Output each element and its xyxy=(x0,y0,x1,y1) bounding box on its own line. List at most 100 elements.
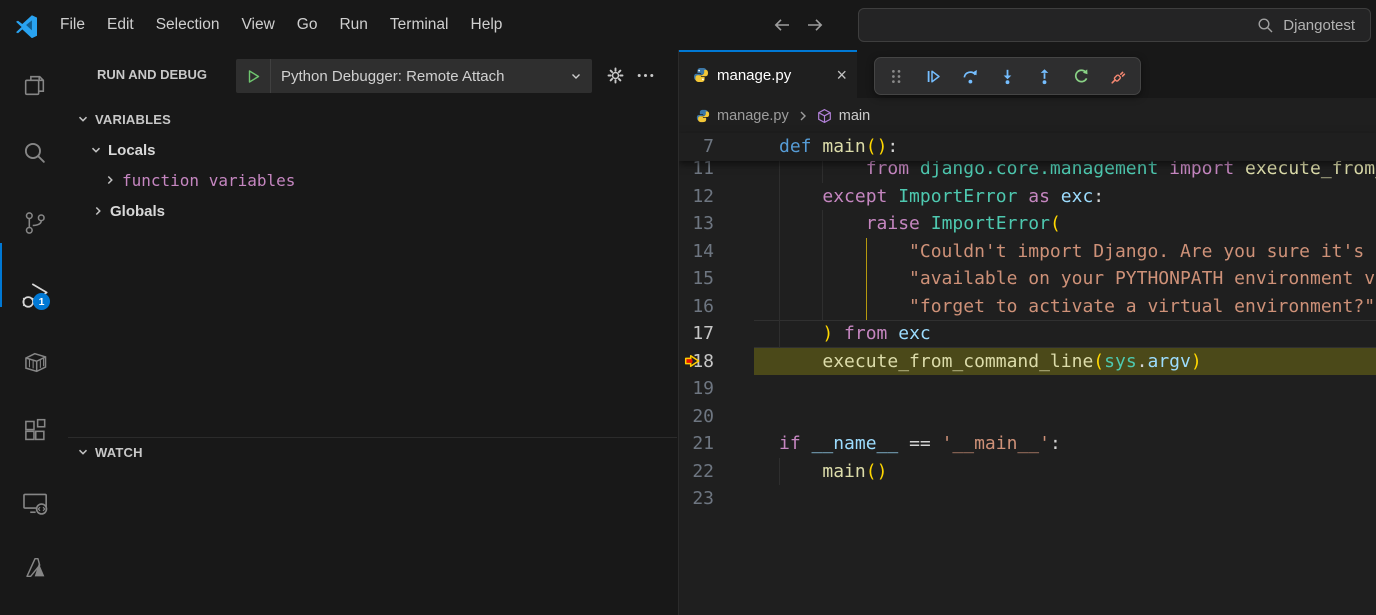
code-line-13: 13 raise ImportError( xyxy=(679,210,1376,238)
step-into-icon[interactable] xyxy=(989,58,1026,94)
code-line-19: 19 xyxy=(679,375,1376,403)
gutter-line-23[interactable]: 23 xyxy=(679,485,754,513)
code-area[interactable]: 11 from django.core.management import ex… xyxy=(679,155,1376,513)
breadcrumb-symbol[interactable]: main xyxy=(839,108,870,124)
run-and-debug-icon[interactable]: 1 xyxy=(10,271,58,319)
line-number: 20 xyxy=(679,403,754,431)
extensions-icon[interactable] xyxy=(10,406,58,454)
menu-file[interactable]: File xyxy=(49,16,96,34)
gutter-line-15[interactable]: 15 xyxy=(679,265,754,293)
gutter-line-19[interactable]: 19 xyxy=(679,375,754,403)
tab-close-icon[interactable]: × xyxy=(836,66,847,84)
locals-tree-item[interactable]: Locals xyxy=(68,136,677,164)
more-actions-icon[interactable] xyxy=(633,63,657,87)
search-icon[interactable] xyxy=(10,128,58,176)
gutter-line-14[interactable]: 14 xyxy=(679,238,754,266)
line-content[interactable] xyxy=(754,403,1376,431)
containers-icon[interactable] xyxy=(10,338,58,386)
azure-icon[interactable] xyxy=(10,543,58,591)
remote-explorer-icon[interactable] xyxy=(10,478,58,526)
variables-section-header[interactable]: VARIABLES xyxy=(68,105,677,133)
forward-arrow-icon[interactable] xyxy=(805,15,825,35)
bracket-pair-guide xyxy=(866,293,868,321)
line-content[interactable]: raise ImportError( xyxy=(754,210,1376,238)
code-line-15: 15 "available on your PYTHONPATH environ… xyxy=(679,265,1376,293)
restart-icon[interactable] xyxy=(1063,58,1100,94)
gutter-line-21[interactable]: 21 xyxy=(679,430,754,458)
watch-section-header[interactable]: WATCH xyxy=(68,438,677,466)
line-content[interactable]: def main(): xyxy=(754,133,1376,161)
indent-guide xyxy=(779,183,780,211)
menu-selection[interactable]: Selection xyxy=(145,16,231,34)
gutter-line-13[interactable]: 13 xyxy=(679,210,754,238)
line-content[interactable]: "Couldn't import Django. Are you sure it… xyxy=(754,238,1376,266)
line-content[interactable]: if __name__ == '__main__': xyxy=(754,430,1376,458)
tab-manage-py[interactable]: manage.py × xyxy=(679,50,857,98)
chevron-right-icon xyxy=(796,109,810,123)
code-line-14: 14 "Couldn't import Django. Are you sure… xyxy=(679,238,1376,266)
gutter-line-20[interactable]: 20 xyxy=(679,403,754,431)
indent-guide xyxy=(822,265,823,293)
line-number: 22 xyxy=(679,458,754,486)
disconnect-icon[interactable] xyxy=(1100,58,1137,94)
line-number: 19 xyxy=(679,375,754,403)
chevron-right-icon xyxy=(91,204,105,218)
explorer-icon[interactable] xyxy=(10,61,58,109)
python-icon xyxy=(693,67,709,83)
method-symbol-icon xyxy=(817,108,832,123)
line-content[interactable] xyxy=(754,375,1376,403)
editor-group: manage.py × manage.py main 11 from xyxy=(679,50,1376,615)
code-line-17: 17 ) from exc xyxy=(679,320,1376,348)
gutter-line-12[interactable]: 12 xyxy=(679,183,754,211)
menu-help[interactable]: Help xyxy=(460,16,514,34)
line-content[interactable]: "available on your PYTHONPATH environmen… xyxy=(754,265,1376,293)
gutter-line-16[interactable]: 16 xyxy=(679,293,754,321)
menu-terminal[interactable]: Terminal xyxy=(379,16,460,34)
command-center-search[interactable]: Djangotest xyxy=(858,8,1371,42)
debug-session-badge: 1 xyxy=(33,293,50,310)
locals-label: Locals xyxy=(108,142,156,159)
gutter-line-17[interactable]: 17 xyxy=(679,320,754,348)
vscode-window: FileEditSelectionViewGoRunTerminalHelp D… xyxy=(0,0,1376,615)
line-content[interactable] xyxy=(754,485,1376,513)
python-icon xyxy=(696,109,710,123)
sticky-scroll-line[interactable]: 7def main(): xyxy=(679,133,1376,161)
breadcrumb-file[interactable]: manage.py xyxy=(717,108,789,124)
continue-icon[interactable] xyxy=(915,58,952,94)
function-variables-label: function variables xyxy=(122,171,295,190)
indent-guide xyxy=(779,320,780,348)
step-out-icon[interactable] xyxy=(1026,58,1063,94)
back-arrow-icon[interactable] xyxy=(772,15,792,35)
line-number: 7 xyxy=(679,133,754,161)
globals-tree-item[interactable]: Globals xyxy=(68,197,677,225)
activity-bar: 1 xyxy=(0,50,68,615)
line-content[interactable]: ) from exc xyxy=(754,320,1376,348)
menu-view[interactable]: View xyxy=(230,16,285,34)
breakpoint-current-line-icon[interactable] xyxy=(683,352,701,370)
source-control-icon[interactable] xyxy=(10,198,58,246)
chevron-down-icon xyxy=(76,112,90,126)
active-view-indicator xyxy=(0,243,2,307)
indent-guide xyxy=(779,293,780,321)
debug-configuration-select[interactable]: Python Debugger: Remote Attach xyxy=(271,68,565,85)
menu-go[interactable]: Go xyxy=(286,16,329,34)
gutter-line-22[interactable]: 22 xyxy=(679,458,754,486)
step-over-icon[interactable] xyxy=(952,58,989,94)
workspace-name: Djangotest xyxy=(1283,17,1355,34)
function-variables-tree-item[interactable]: function variables xyxy=(68,166,677,194)
code-line-16: 16 "forget to activate a virtual environ… xyxy=(679,293,1376,321)
line-content[interactable]: "forget to activate a virtual environmen… xyxy=(754,293,1376,321)
line-content[interactable]: execute_from_command_line(sys.argv) xyxy=(754,348,1376,376)
line-content[interactable]: except ImportError as exc: xyxy=(754,183,1376,211)
gutter-line-18[interactable]: 18 xyxy=(679,348,754,376)
start-debugging-button[interactable] xyxy=(236,59,271,93)
gear-icon[interactable] xyxy=(603,63,627,87)
menu-edit[interactable]: Edit xyxy=(96,16,145,34)
code-line-23: 23 xyxy=(679,485,1376,513)
menu-run[interactable]: Run xyxy=(328,16,378,34)
line-content[interactable]: main() xyxy=(754,458,1376,486)
indent-guide xyxy=(779,238,780,266)
gutter-line-7[interactable]: 7 xyxy=(679,133,754,161)
chevron-down-icon[interactable] xyxy=(569,69,583,83)
code-line-22: 22 main() xyxy=(679,458,1376,486)
